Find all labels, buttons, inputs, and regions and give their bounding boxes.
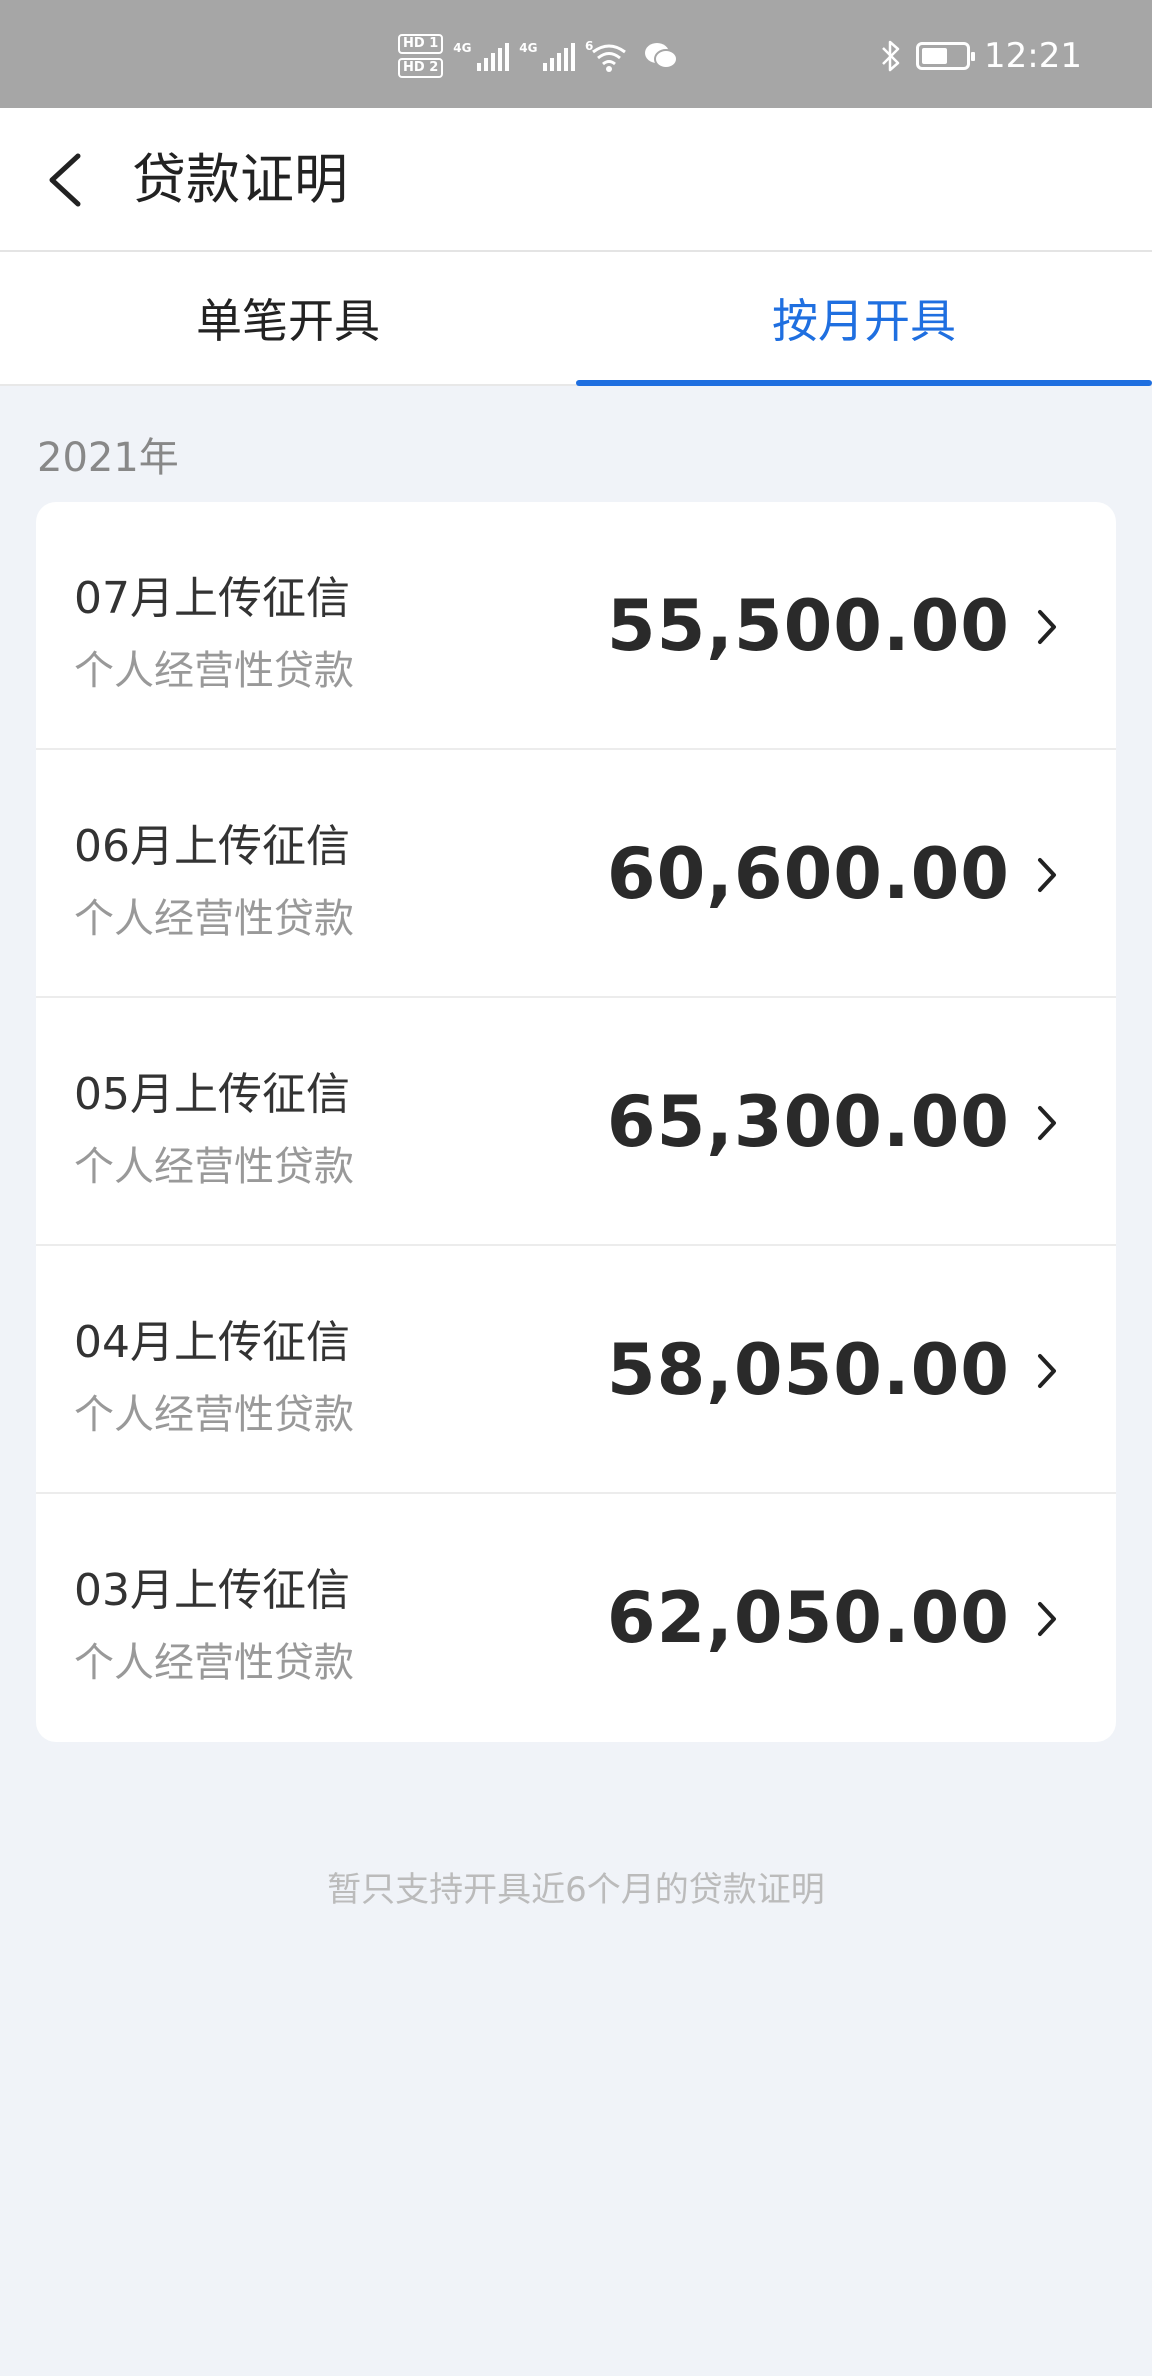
item-type: 个人经营性贷款 xyxy=(74,1392,354,1438)
hd2-label: HD 2 xyxy=(398,58,444,78)
item-amount: 62,050.00 xyxy=(606,1577,1010,1659)
tab-monthly-label: 按月开具 xyxy=(772,294,956,348)
tab-single-label: 单笔开具 xyxy=(196,294,380,348)
list-item[interactable]: 03月上传征信 个人经营性贷款 62,050.00 xyxy=(36,1494,1116,1742)
hd-icon: HD 1 HD 2 xyxy=(398,34,444,78)
battery-icon xyxy=(916,42,976,70)
list-item[interactable]: 07月上传征信 个人经营性贷款 55,500.00 xyxy=(36,502,1116,750)
signal-icon: 4G xyxy=(453,41,510,71)
status-icons-right: 12:21 xyxy=(880,36,1082,76)
item-type: 个人经营性贷款 xyxy=(74,1144,354,1190)
net1-label: 4G xyxy=(453,41,472,55)
chevron-right-icon xyxy=(1038,610,1056,644)
item-month: 04月上传征信 xyxy=(74,1317,350,1368)
tab-monthly[interactable]: 按月开具 xyxy=(576,252,1152,386)
battery-fill xyxy=(922,48,948,64)
chevron-right-icon xyxy=(1038,1602,1056,1636)
tab-single[interactable]: 单笔开具 xyxy=(0,252,576,384)
item-type: 个人经营性贷款 xyxy=(74,896,354,942)
item-amount: 60,600.00 xyxy=(606,833,1010,915)
certificate-list: 07月上传征信 个人经营性贷款 55,500.00 06月上传征信 个人经营性贷… xyxy=(36,502,1116,1742)
item-amount: 55,500.00 xyxy=(606,585,1010,667)
list-item[interactable]: 04月上传征信 个人经营性贷款 58,050.00 xyxy=(36,1246,1116,1494)
status-icons-center: HD 1 HD 2 4G 4G 6 xyxy=(398,34,679,78)
page-title: 贷款证明 xyxy=(132,148,348,211)
item-month: 05月上传征信 xyxy=(74,1069,350,1120)
item-month: 03月上传征信 xyxy=(74,1565,350,1616)
list-item[interactable]: 05月上传征信 个人经营性贷款 65,300.00 xyxy=(36,998,1116,1246)
item-month: 06月上传征信 xyxy=(74,821,350,872)
wechat-icon xyxy=(645,43,679,69)
signal-icon-2: 4G xyxy=(519,41,576,71)
app-header: 贷款证明 xyxy=(0,108,1152,252)
bluetooth-icon xyxy=(882,40,900,72)
item-type: 个人经营性贷款 xyxy=(74,648,354,694)
net2-label: 4G xyxy=(519,41,538,55)
chevron-left-icon[interactable] xyxy=(36,144,96,216)
item-month: 07月上传征信 xyxy=(74,573,350,624)
clock: 12:21 xyxy=(984,36,1082,76)
hd1-label: HD 1 xyxy=(398,34,444,54)
chevron-right-icon xyxy=(1038,1106,1056,1140)
status-bar: HD 1 HD 2 4G 4G 6 12:21 xyxy=(0,0,1152,108)
chevron-right-icon xyxy=(1038,1354,1056,1388)
list-item[interactable]: 06月上传征信 个人经营性贷款 60,600.00 xyxy=(36,750,1116,998)
item-amount: 65,300.00 xyxy=(606,1081,1010,1163)
item-type: 个人经营性贷款 xyxy=(74,1640,354,1686)
wifi-label: 6 xyxy=(585,39,593,53)
active-tab-indicator xyxy=(576,380,1152,386)
chevron-right-icon xyxy=(1038,858,1056,892)
section-year: 2021年 xyxy=(37,435,179,481)
footnote: 暂只支持开具近6个月的贷款证明 xyxy=(327,1870,825,1910)
tab-bar: 单笔开具 按月开具 xyxy=(0,252,1152,386)
item-amount: 58,050.00 xyxy=(606,1329,1010,1411)
wifi-icon: 6 xyxy=(585,39,627,72)
